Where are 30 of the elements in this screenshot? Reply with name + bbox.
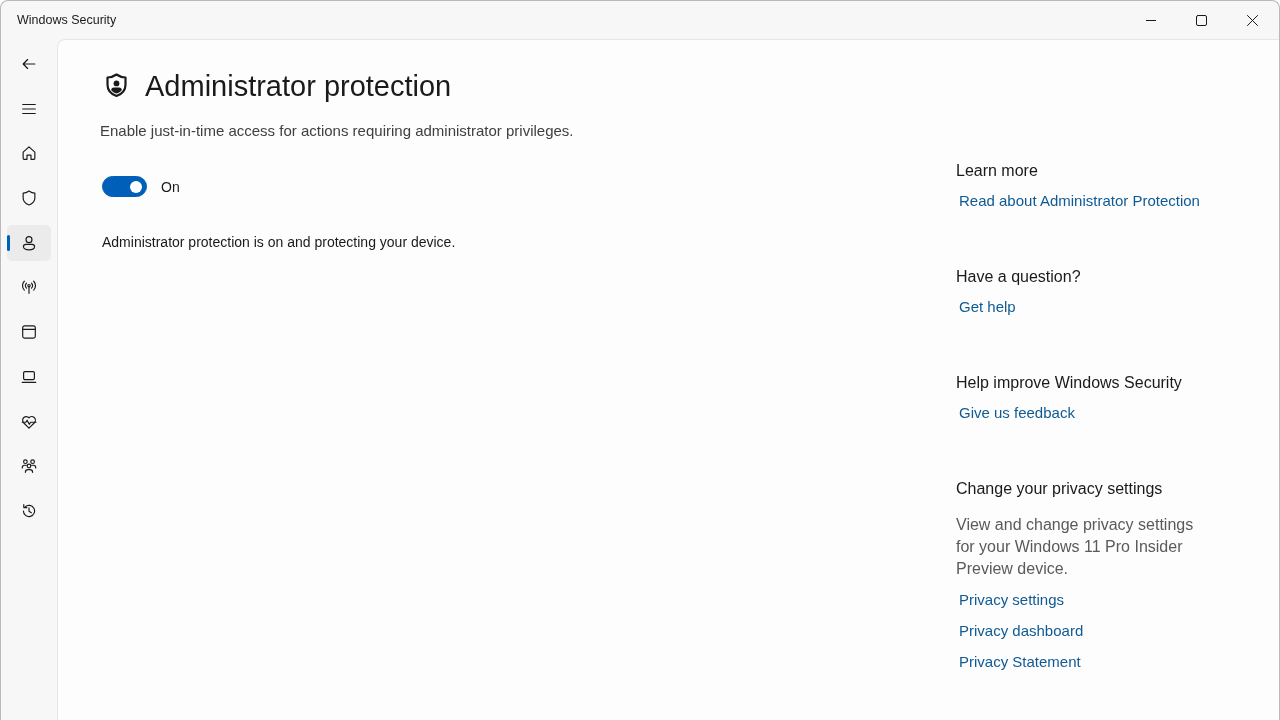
help-link[interactable]: Give us feedback — [956, 403, 1075, 423]
nav-item[interactable] — [7, 224, 51, 261]
page-title: Administrator protection — [145, 69, 452, 104]
help-link[interactable]: Privacy dashboard — [956, 621, 1084, 641]
maximize-icon — [1196, 14, 1207, 26]
person-icon — [20, 233, 38, 252]
toggle-label: On — [161, 178, 180, 195]
section-description: View and change privacy settings for your Windows 11 Pro Insider Preview device. — [956, 515, 1195, 579]
page-description: Enable just-in-time access for actions requiring administrator privileges. — [100, 121, 575, 141]
shield-person-icon — [105, 73, 128, 99]
section-heading: Have a question? — [956, 267, 1082, 287]
window-title: Windows Security — [17, 13, 117, 27]
help-link[interactable]: Get help — [956, 297, 1016, 317]
shield-icon — [20, 189, 38, 208]
close-icon — [1247, 14, 1258, 26]
section-heading: Change your privacy settings — [956, 479, 1164, 499]
help-link[interactable]: Privacy Statement — [956, 652, 1081, 672]
wireless-signal-icon — [20, 278, 38, 297]
selection-indicator — [7, 234, 10, 251]
help-link[interactable]: Read about Administrator Protection — [956, 191, 1200, 211]
toggle-switch[interactable] — [102, 176, 147, 197]
history-icon — [20, 501, 38, 520]
minimize-icon — [1145, 19, 1156, 21]
section-heading: Learn more — [956, 161, 1039, 181]
section-heading: Help improve Windows Security — [956, 373, 1183, 393]
people-group-icon — [20, 457, 38, 476]
home-icon — [20, 144, 38, 163]
help-link[interactable]: Privacy settings — [956, 590, 1065, 610]
status-text: Administrator protection is on and protecting your device. — [102, 233, 457, 252]
app-window-icon — [20, 323, 38, 342]
